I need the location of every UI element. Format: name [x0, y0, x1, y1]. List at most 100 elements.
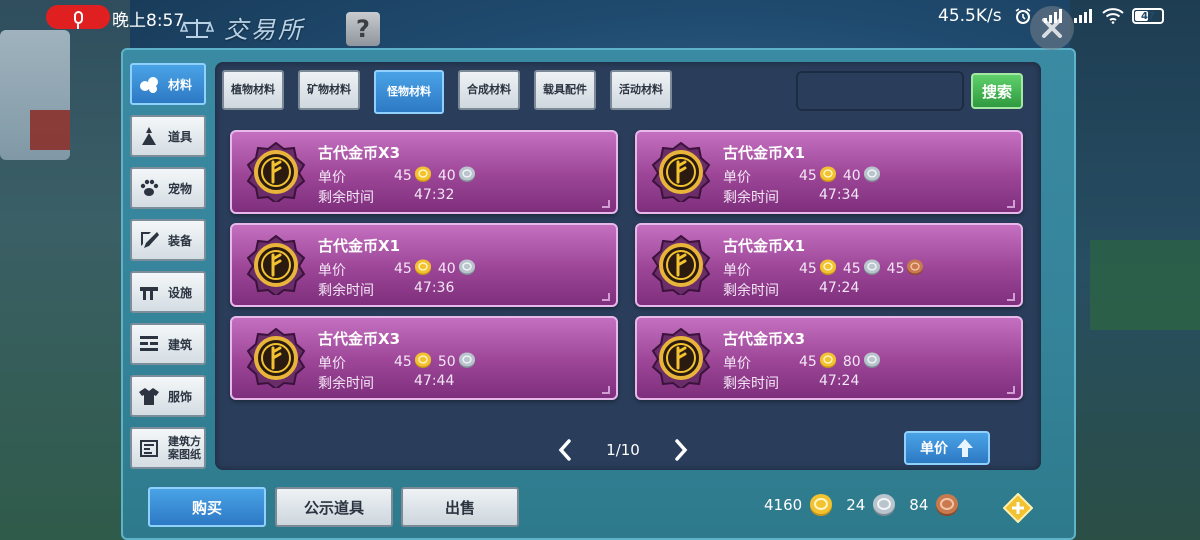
sidebar-item-label: 材料	[168, 77, 193, 92]
bronze-coin-icon	[936, 494, 959, 516]
gold-coin-icon	[819, 165, 837, 187]
gold-price: 45	[394, 261, 412, 277]
chevron-right-icon	[675, 439, 688, 461]
game-background-right	[1070, 0, 1200, 540]
status-clock: 晚上8:57	[112, 11, 185, 31]
category-sidebar: 材料 道具 宠物 装备 设施 建筑 服饰 建筑方案图纸	[130, 63, 206, 479]
sidebar-item-materials[interactable]: 材料	[130, 63, 206, 105]
signal-icon	[1042, 7, 1064, 25]
search-input[interactable]	[796, 71, 964, 111]
silver-amount: 24	[846, 496, 866, 514]
game-background-left	[0, 0, 130, 540]
pagination: 1/10	[556, 436, 690, 464]
gold-coin-icon	[414, 258, 432, 280]
price-label: 单价	[318, 263, 346, 279]
silver-price: 40	[437, 261, 456, 277]
ancient-coin-icon	[651, 328, 711, 388]
showcase-items-button[interactable]: 公示道具	[275, 487, 393, 527]
silver-coin-icon	[863, 351, 881, 373]
gold-price: 45	[394, 354, 412, 370]
sort-arrow-icon	[957, 439, 973, 457]
time-remaining-label: 剩余时间	[318, 376, 374, 392]
item-name: 古代金币X1	[723, 237, 806, 255]
price-label: 单价	[723, 170, 751, 186]
bronze-amount: 84	[909, 496, 929, 514]
listing-card[interactable]: 古代金币X1 单价 45 40 剩余时间 47:36	[230, 223, 618, 307]
sidebar-item-pets[interactable]: 宠物	[130, 167, 206, 209]
time-remaining: 47:32	[414, 187, 455, 203]
time-remaining-label: 剩余时间	[318, 283, 374, 299]
ancient-coin-icon	[246, 328, 306, 388]
silver-coin-icon	[863, 258, 881, 280]
tool-icon	[138, 125, 160, 147]
gold-coin-icon	[414, 165, 432, 187]
silver-price: 80	[842, 354, 861, 370]
item-name: 古代金币X1	[723, 144, 806, 162]
mic-indicator[interactable]	[46, 5, 110, 29]
time-remaining-label: 剩余时间	[318, 190, 374, 206]
ancient-coin-icon	[246, 235, 306, 295]
sort-by-price-button[interactable]: 单价	[904, 431, 990, 465]
sidebar-item-blueprints[interactable]: 建筑方案图纸	[130, 427, 206, 469]
silver-price: 45	[842, 261, 861, 277]
listing-card[interactable]: 古代金币X1 单价 45 45 45 剩余时间 47:24	[635, 223, 1023, 307]
sidebar-item-tools[interactable]: 道具	[130, 115, 206, 157]
price-label: 单价	[318, 170, 346, 186]
time-remaining-label: 剩余时间	[723, 283, 779, 299]
price-label: 单价	[723, 356, 751, 372]
sidebar-item-label: 宠物	[168, 181, 193, 196]
tab-plant-materials[interactable]: 植物材料	[222, 70, 284, 110]
status-icons: 47	[1012, 7, 1164, 25]
gold-coin-icon	[819, 351, 837, 373]
price-label: 单价	[318, 356, 346, 372]
alarm-icon	[1012, 7, 1034, 25]
paw-icon	[138, 177, 160, 199]
search-button[interactable]: 搜索	[971, 73, 1023, 109]
listing-card[interactable]: 古代金币X3 单价 45 40 剩余时间 47:32	[230, 130, 618, 214]
sidebar-item-label: 服饰	[168, 389, 193, 404]
gold-coin-icon	[810, 494, 833, 516]
prev-page-button[interactable]	[556, 438, 574, 462]
unit-price: 45 50	[390, 351, 476, 373]
listing-card[interactable]: 古代金币X1 单价 45 40 剩余时间 47:34	[635, 130, 1023, 214]
buy-button[interactable]: 购买	[148, 487, 266, 527]
sidebar-item-facilities[interactable]: 设施	[130, 271, 206, 313]
silver-coin-icon	[863, 165, 881, 187]
tab-synthesis-materials[interactable]: 合成材料	[458, 70, 520, 110]
blueprint-icon	[138, 437, 160, 459]
status-bar: 晚上8:57 45.5K/s 47	[0, 0, 1200, 34]
tab-monster-materials[interactable]: 怪物材料	[374, 70, 444, 114]
sidebar-item-clothing[interactable]: 服饰	[130, 375, 206, 417]
listing-card[interactable]: 古代金币X3 单价 45 50 剩余时间 47:44	[230, 316, 618, 400]
add-currency-button[interactable]	[1003, 493, 1033, 523]
silver-coin-icon	[873, 494, 896, 516]
item-name: 古代金币X3	[318, 144, 401, 162]
battery-level: 47	[1141, 10, 1155, 22]
item-name: 古代金币X3	[723, 330, 806, 348]
price-label: 单价	[723, 263, 751, 279]
tab-event-materials[interactable]: 活动材料	[610, 70, 672, 110]
clothing-icon	[138, 385, 160, 407]
sidebar-item-equipment[interactable]: 装备	[130, 219, 206, 261]
battery-icon: 47	[1132, 8, 1164, 24]
bronze-coin-icon	[906, 258, 924, 280]
next-page-button[interactable]	[672, 438, 690, 462]
listing-card[interactable]: 古代金币X3 单价 45 80 剩余时间 47:24	[635, 316, 1023, 400]
signal-2-icon	[1072, 7, 1094, 25]
unit-price: 45 80	[795, 351, 881, 373]
sell-button[interactable]: 出售	[401, 487, 519, 527]
grass-patch	[1090, 240, 1200, 330]
ancient-coin-icon	[246, 142, 306, 202]
corner-mark	[1007, 386, 1015, 394]
time-remaining-label: 剩余时间	[723, 376, 779, 392]
silver-price: 40	[437, 168, 456, 184]
time-remaining: 47:36	[414, 280, 455, 296]
time-remaining: 47:44	[414, 373, 455, 389]
tab-vehicle-parts[interactable]: 载具配件	[534, 70, 596, 110]
sidebar-item-label: 建筑方案图纸	[168, 435, 201, 461]
item-name: 古代金币X3	[318, 330, 401, 348]
tab-mineral-materials[interactable]: 矿物材料	[298, 70, 360, 110]
sidebar-item-label: 设施	[168, 285, 193, 300]
ancient-coin-icon	[651, 235, 711, 295]
sidebar-item-buildings[interactable]: 建筑	[130, 323, 206, 365]
